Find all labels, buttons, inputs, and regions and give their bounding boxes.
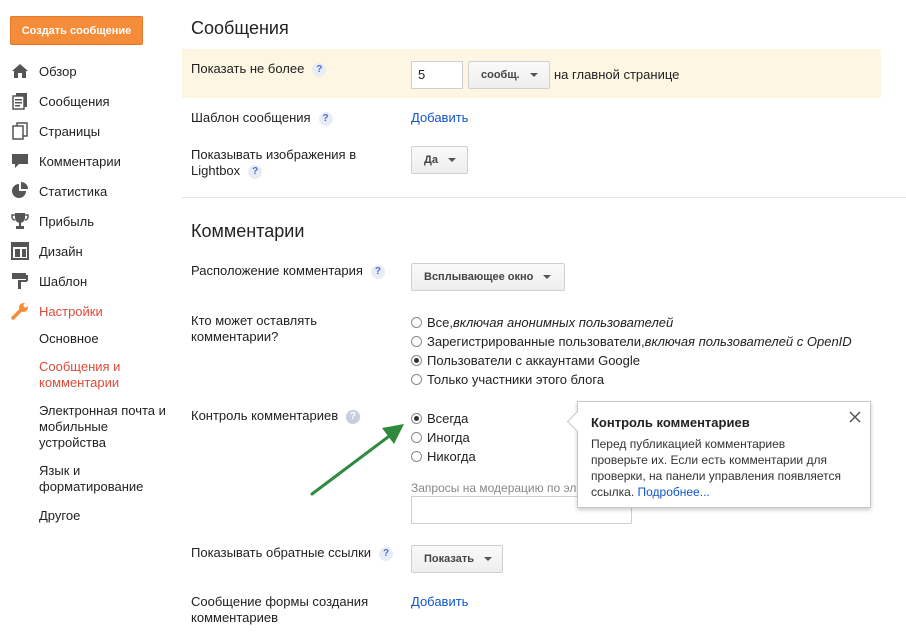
who-can-option-google[interactable]: Пользователи с аккаунтами Google	[411, 351, 640, 370]
chevron-down-icon	[543, 275, 552, 279]
sidebar-item-stats[interactable]: Статистика	[10, 181, 107, 201]
sidebar-subitem-posts-comments[interactable]: Сообщения и комментарии	[39, 359, 174, 391]
help-icon[interactable]: ?	[318, 112, 333, 126]
comment-location-label: Расположение комментария?	[191, 263, 385, 279]
sidebar-subitem-email-mobile[interactable]: Электронная почта и мобильные устройства	[39, 403, 174, 451]
chevron-down-icon	[483, 557, 492, 561]
who-can-comment-label: Кто может оставлять комментарии?	[191, 313, 318, 344]
sidebar-item-overview[interactable]: Обзор	[10, 61, 77, 81]
show-max-suffix: на главной странице	[554, 67, 680, 82]
create-post-button[interactable]: Создать сообщение	[10, 16, 143, 45]
sidebar-item-posts[interactable]: Сообщения	[10, 91, 110, 111]
wrench-icon	[10, 302, 30, 320]
template-icon	[10, 272, 30, 290]
chevron-down-icon	[447, 158, 456, 162]
sidebar-item-template[interactable]: Шаблон	[10, 271, 87, 291]
chevron-down-icon	[529, 73, 538, 77]
sidebar-subitem-basic[interactable]: Основное	[39, 331, 174, 347]
who-can-option-anyone[interactable]: Все, включая анонимных пользователей	[411, 313, 673, 332]
help-icon[interactable]: ?	[370, 265, 385, 279]
post-template-label: Шаблон сообщения?	[191, 110, 333, 126]
layout-icon	[10, 242, 30, 260]
show-max-count-input[interactable]: 5	[411, 61, 463, 89]
posts-section-title: Сообщения	[191, 18, 289, 38]
lightbox-label: Показывать изображения в Lightbox?	[191, 147, 357, 179]
sidebar-item-label: Дизайн	[39, 243, 83, 259]
radio-button[interactable]	[411, 374, 422, 385]
sidebar-item-label: Сообщения	[39, 93, 110, 109]
home-icon	[10, 62, 30, 80]
sidebar-item-label: Статистика	[39, 183, 108, 199]
sidebar-item-label: Настройки	[39, 303, 103, 319]
sidebar-item-settings[interactable]: Настройки	[10, 301, 103, 321]
moderation-requests-label: Запросы на модерацию по эл	[411, 481, 577, 495]
help-icon[interactable]: ?	[248, 165, 263, 179]
sidebar-subitem-language[interactable]: Язык и форматирование	[39, 463, 174, 495]
comments-section-title: Комментарии	[191, 221, 305, 241]
moderation-help-tooltip: Контроль комментариев Перед публикацией …	[566, 401, 871, 508]
sidebar-item-pages[interactable]: Страницы	[10, 121, 100, 141]
sidebar-item-label: Комментарии	[39, 153, 121, 169]
stats-icon	[10, 182, 30, 200]
moderation-option-never[interactable]: Никогда	[411, 447, 476, 466]
help-icon[interactable]: ?	[379, 547, 394, 561]
comment-form-message-label: Сообщение формы создания комментариев	[191, 594, 369, 625]
lightbox-dropdown[interactable]: Да	[411, 146, 468, 174]
backlinks-dropdown[interactable]: Показать	[411, 545, 503, 573]
sidebar-item-label: Шаблон	[39, 273, 88, 289]
backlinks-label: Показывать обратные ссылки?	[191, 545, 394, 561]
who-can-option-registered[interactable]: Зарегистрированные пользователи, включая…	[411, 332, 852, 351]
show-max-label: Показать не более?	[191, 61, 327, 77]
earnings-icon	[10, 212, 30, 230]
sidebar-item-comments[interactable]: Комментарии	[10, 151, 121, 171]
section-divider	[182, 197, 906, 198]
comments-icon	[10, 152, 30, 170]
radio-button[interactable]	[411, 317, 422, 328]
sidebar-item-earnings[interactable]: Прибыль	[10, 211, 94, 231]
radio-button[interactable]	[411, 355, 422, 366]
posts-icon	[10, 92, 30, 110]
close-icon[interactable]	[848, 410, 862, 424]
tooltip-title: Контроль комментариев	[591, 415, 750, 430]
post-template-add-link[interactable]: Добавить	[411, 110, 468, 125]
tooltip-learn-more-link[interactable]: Подробнее...	[638, 485, 710, 499]
show-max-unit-dropdown[interactable]: сообщ.	[468, 61, 550, 89]
sidebar-item-layout[interactable]: Дизайн	[10, 241, 83, 261]
help-icon[interactable]: ?	[312, 63, 327, 77]
comment-location-dropdown[interactable]: Всплывающее окно	[411, 263, 565, 291]
radio-button[interactable]	[411, 336, 422, 347]
sidebar-item-label: Страницы	[39, 123, 101, 139]
sidebar-subitem-other[interactable]: Другое	[39, 508, 174, 524]
annotation-arrow-icon	[310, 424, 404, 496]
pages-icon	[10, 122, 30, 140]
sidebar-item-label: Обзор	[39, 63, 77, 79]
tooltip-pointer	[566, 410, 589, 433]
comment-form-message-add-link[interactable]: Добавить	[411, 594, 468, 609]
who-can-option-members[interactable]: Только участники этого блога	[411, 370, 604, 389]
sidebar-item-label: Прибыль	[39, 213, 94, 229]
tooltip-body: Перед публикацией комментариев проверьте…	[591, 437, 841, 499]
